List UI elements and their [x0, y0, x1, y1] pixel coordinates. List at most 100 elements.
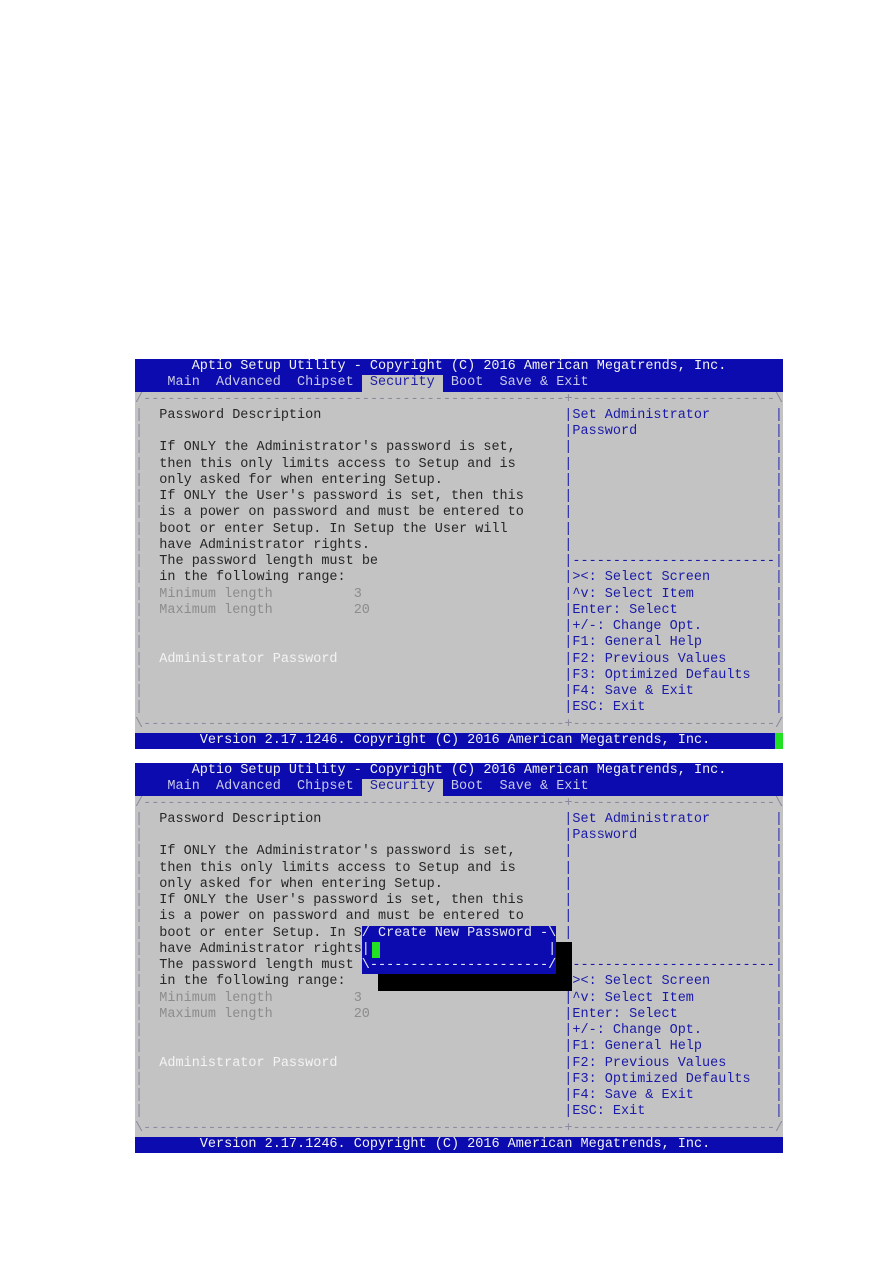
- left-border: |: [135, 472, 144, 488]
- tab-chipset[interactable]: Chipset: [297, 779, 354, 795]
- left-border: |: [135, 407, 144, 423]
- left-border: |: [135, 1023, 144, 1038]
- description-heading: Password Description: [159, 811, 322, 827]
- key-help: F1: General Help: [572, 1039, 703, 1055]
- divider: |: [564, 1071, 573, 1087]
- description-line: The password length must: [159, 958, 354, 973]
- left-border: |: [135, 1055, 144, 1071]
- divider: |: [564, 602, 573, 618]
- help-divider: |-------------------------: [564, 958, 775, 973]
- divider: |: [564, 925, 573, 941]
- divider: |: [564, 424, 573, 439]
- dialog-title: Create New Password: [378, 925, 532, 941]
- description-line: If ONLY the Administrator's password is …: [159, 440, 516, 456]
- divider: |: [564, 684, 573, 699]
- description-line: in the following range:: [159, 570, 346, 586]
- tab-security[interactable]: Security: [369, 779, 435, 796]
- description-line: only asked for when entering Setup.: [159, 472, 443, 488]
- right-border: |: [774, 586, 783, 602]
- tab-save-exit[interactable]: Save & Exit: [500, 779, 589, 795]
- left-border: |: [135, 505, 144, 521]
- tab-boot[interactable]: Boot: [451, 375, 483, 391]
- tab-main[interactable]: Main: [167, 375, 199, 391]
- divider: |: [564, 700, 573, 716]
- right-border: |: [774, 974, 783, 990]
- help-text: Set Administrator: [572, 811, 711, 827]
- divider: |: [564, 651, 573, 667]
- right-border: |: [774, 651, 783, 667]
- dialog-border: -\: [540, 925, 557, 941]
- divider: |: [564, 521, 573, 537]
- min-length-value: 3: [353, 990, 362, 1006]
- left-border: |: [135, 974, 144, 990]
- right-border: |: [774, 1071, 783, 1087]
- left-border: |: [135, 635, 144, 651]
- tab-advanced[interactable]: Advanced: [216, 375, 281, 391]
- right-border: |: [774, 619, 783, 634]
- help-divider: |-------------------------: [564, 554, 775, 569]
- left-border: |: [135, 537, 144, 553]
- left-border: |: [135, 684, 144, 699]
- tab-chipset[interactable]: Chipset: [297, 375, 354, 391]
- right-border: |: [774, 635, 783, 651]
- administrator-password-item[interactable]: Administrator Password: [159, 652, 337, 668]
- left-border: |: [135, 1071, 144, 1087]
- divider: |: [564, 570, 573, 586]
- right-border: |: [774, 440, 783, 456]
- right-border: |: [774, 876, 783, 892]
- right-border: |: [774, 1104, 783, 1120]
- left-border: |: [135, 1104, 144, 1120]
- help-text: Set Administrator: [572, 407, 711, 423]
- left-border: |: [135, 1006, 144, 1022]
- divider: |: [564, 876, 573, 892]
- right-border: |: [774, 667, 783, 683]
- left-border: |: [135, 1039, 144, 1055]
- left-border: |: [135, 456, 144, 472]
- tab-save-exit[interactable]: Save & Exit: [500, 375, 589, 391]
- description-line: only asked for when entering Setup.: [159, 876, 443, 892]
- cursor-block: [371, 941, 380, 958]
- tab-advanced[interactable]: Advanced: [216, 779, 281, 795]
- left-border: |: [135, 570, 144, 586]
- dialog-border: /: [361, 925, 370, 941]
- right-border: |: [774, 860, 783, 876]
- description-line: have Administrator rights.: [159, 537, 370, 553]
- description-line: If ONLY the User's password is set, then…: [159, 893, 524, 908]
- right-border: |: [774, 1088, 783, 1103]
- left-border: |: [135, 811, 144, 827]
- key-help: ESC: Exit: [572, 700, 646, 716]
- divider: |: [564, 667, 573, 683]
- footer-version: Version 2.17.1246. Copyright (C) 2016 Am…: [199, 1136, 711, 1152]
- left-border: |: [135, 925, 144, 941]
- cursor-block: [774, 732, 783, 749]
- max-length-value: 20: [353, 602, 370, 618]
- divider: |: [564, 1104, 573, 1120]
- tab-security[interactable]: Security: [369, 375, 435, 392]
- divider: |: [564, 537, 573, 553]
- right-border: |: [774, 472, 783, 488]
- left-border: |: [135, 828, 144, 843]
- right-border: |: [774, 407, 783, 423]
- divider: |: [564, 619, 573, 634]
- right-border: |: [774, 537, 783, 553]
- left-border: |: [135, 440, 144, 456]
- bottom-border: \---------------------------------------…: [135, 1120, 783, 1136]
- key-help: F2: Previous Values: [572, 651, 727, 667]
- description-line: is a power on password and must be enter…: [159, 505, 524, 521]
- left-border: |: [135, 521, 144, 537]
- left-border: |: [135, 844, 144, 860]
- administrator-password-item[interactable]: Administrator Password: [159, 1056, 337, 1072]
- right-border: |: [774, 958, 783, 973]
- divider: |: [564, 811, 573, 827]
- left-border: |: [135, 619, 144, 634]
- left-border: |: [135, 958, 144, 973]
- right-border: |: [774, 456, 783, 472]
- left-border: |: [135, 876, 144, 892]
- top-border: /---------------------------------------…: [135, 391, 783, 407]
- left-border: |: [135, 700, 144, 716]
- divider: |: [564, 844, 573, 860]
- bottom-border: \---------------------------------------…: [135, 716, 783, 732]
- key-help: ><: Select Screen: [572, 570, 711, 586]
- tab-boot[interactable]: Boot: [451, 779, 483, 795]
- tab-main[interactable]: Main: [167, 779, 199, 795]
